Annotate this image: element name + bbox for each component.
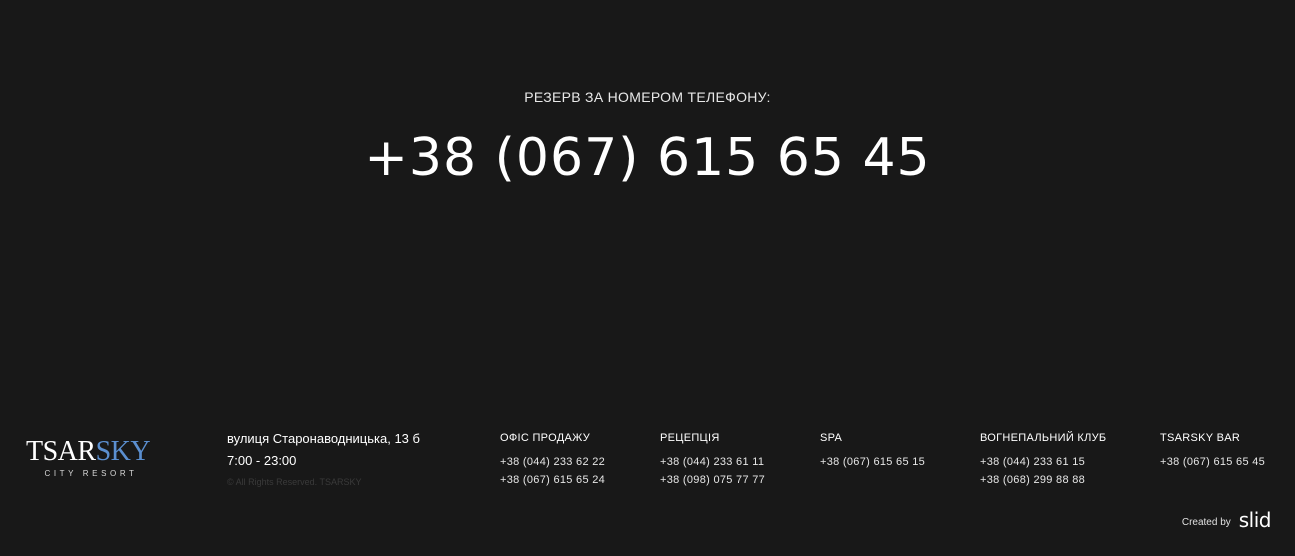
created-by-label: Created by [1181, 517, 1231, 528]
phone-link[interactable]: +38 (067) 615 65 45 [1160, 453, 1265, 471]
slid-logo: slid [1238, 508, 1272, 532]
phone-link[interactable]: +38 (044) 233 61 11 [660, 453, 765, 471]
logo-wordmark: TSARSKY [26, 438, 156, 466]
phone-link[interactable]: +38 (067) 615 65 24 [500, 471, 605, 489]
logo-wordmark-tsar: TSAR [26, 436, 96, 467]
logo-subtitle: CITY RESORT [44, 469, 138, 478]
created-by-link[interactable]: Created by slid [1181, 508, 1272, 532]
column-title: TSARSKY BAR [1160, 432, 1241, 444]
copyright: © All Rights Reserved. TSARSKY [227, 477, 362, 487]
phone-link[interactable]: +38 (068) 299 88 88 [980, 471, 1106, 489]
column-title: ОФІС ПРОДАЖУ [500, 432, 591, 444]
column-title: SPA [820, 432, 843, 444]
logo-wordmark-sky: SKY [95, 436, 151, 467]
phone-link[interactable]: +38 (098) 075 77 77 [660, 471, 765, 489]
contact-column-fire-club: ВОГНЕПАЛЬНИЙ КЛУБ +38 (044) 233 61 15 +3… [980, 432, 1106, 489]
contact-column-reception: РЕЦЕПЦІЯ +38 (044) 233 61 11 +38 (098) 0… [660, 432, 765, 489]
column-title: ВОГНЕПАЛЬНИЙ КЛУБ [980, 432, 1107, 444]
reserve-phone-link[interactable]: +38 (067) 615 65 45 [0, 128, 1295, 188]
contact-column-sales: ОФІС ПРОДАЖУ +38 (044) 233 62 22 +38 (06… [500, 432, 605, 489]
phone-link[interactable]: +38 (044) 233 61 15 [980, 453, 1106, 471]
contact-column-spa: SPA +38 (067) 615 65 15 [820, 432, 925, 471]
address-link[interactable]: вулиця Старонаводницька, 13 б [227, 431, 420, 446]
phone-link[interactable]: +38 (067) 615 65 15 [820, 453, 925, 471]
contact-column-bar: TSARSKY BAR +38 (067) 615 65 45 [1160, 432, 1265, 471]
column-title: РЕЦЕПЦІЯ [660, 432, 720, 444]
phone-link[interactable]: +38 (044) 233 62 22 [500, 453, 605, 471]
tsarsky-logo[interactable]: TSARSKY CITY RESORT [26, 438, 156, 479]
reserve-label: РЕЗЕРВ ЗА НОМЕРОМ ТЕЛЕФОНУ: [524, 89, 771, 105]
working-hours: 7:00 - 23:00 [227, 453, 297, 468]
